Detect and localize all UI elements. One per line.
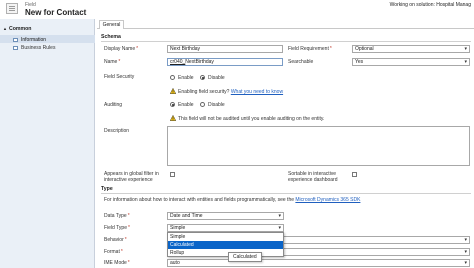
page-title: New for Contact bbox=[25, 8, 87, 17]
searchable-select[interactable]: Yes bbox=[352, 58, 470, 66]
field-security-disable-radio[interactable] bbox=[200, 75, 205, 80]
searchable-label: Searchable bbox=[288, 59, 314, 65]
field-type-dropdown-list: Simple Calculated Rollup bbox=[167, 232, 284, 257]
name-prefix: cr040_ bbox=[170, 59, 186, 65]
description-label: Description bbox=[104, 128, 130, 134]
field-type-option-calculated[interactable]: Calculated bbox=[168, 241, 283, 249]
warning-icon bbox=[170, 115, 176, 121]
auditing-disable-label: Disable bbox=[208, 102, 225, 108]
sortable-checkbox[interactable] bbox=[352, 172, 357, 177]
left-nav: ▲ Common Information Business Rules bbox=[0, 19, 95, 268]
format-label: Format* bbox=[104, 249, 123, 255]
rules-icon bbox=[13, 45, 18, 50]
display-name-input[interactable]: Next Birthday bbox=[167, 45, 283, 53]
form-icon bbox=[13, 37, 18, 42]
field-security-enable-label: Enable bbox=[178, 75, 194, 81]
hover-tooltip: Calculated bbox=[228, 252, 262, 262]
auditing-note: This field will not be audited until you… bbox=[178, 116, 325, 122]
auditing-enable-label: Enable bbox=[178, 102, 194, 108]
tab-general[interactable]: General bbox=[99, 20, 124, 29]
required-marker: * bbox=[120, 249, 123, 255]
auditing-disable-radio[interactable] bbox=[200, 102, 205, 107]
nav-item-label: Business Rules bbox=[21, 45, 56, 51]
field-security-label: Field Security bbox=[104, 74, 135, 80]
schema-divider bbox=[101, 41, 471, 42]
nav-group-label: Common bbox=[8, 26, 32, 32]
field-security-enable-radio[interactable] bbox=[170, 75, 175, 80]
name-input[interactable]: cr040_NextBirthday bbox=[167, 58, 283, 66]
field-security-note: Enabling field security? What you need t… bbox=[178, 89, 284, 95]
field-editor-window: Field New for Contact Working on solutio… bbox=[0, 0, 474, 268]
auditing-label: Auditing bbox=[104, 102, 123, 108]
required-marker: * bbox=[127, 213, 130, 219]
header: Field New for Contact Working on solutio… bbox=[0, 0, 474, 17]
display-name-label: Display Name* bbox=[104, 46, 139, 52]
tab-bar: General bbox=[97, 19, 474, 29]
type-section-title: Type bbox=[101, 186, 113, 192]
data-type-label: Data Type* bbox=[104, 213, 130, 219]
collapse-caret-icon[interactable]: ▲ bbox=[3, 26, 7, 31]
field-type-option-simple[interactable]: Simple bbox=[168, 233, 283, 241]
required-marker: * bbox=[127, 260, 130, 266]
ime-mode-label: IME Mode* bbox=[104, 260, 130, 266]
name-label: Name* bbox=[104, 59, 121, 65]
field-security-disable-label: Disable bbox=[208, 75, 225, 81]
ime-mode-select[interactable]: auto bbox=[167, 259, 470, 267]
nav-item-business-rules[interactable]: Business Rules bbox=[13, 45, 55, 51]
sdk-info-text: For information about how to interact wi… bbox=[104, 197, 361, 203]
nav-item-label: Information bbox=[21, 37, 47, 43]
required-marker: * bbox=[329, 46, 332, 52]
global-filter-checkbox[interactable] bbox=[170, 172, 175, 177]
required-marker: * bbox=[118, 59, 121, 65]
solution-note: Working on solution: Hospital Manag bbox=[389, 2, 471, 8]
required-marker: * bbox=[124, 237, 127, 243]
field-type-label: Field Type* bbox=[104, 225, 130, 231]
field-type-option-rollup[interactable]: Rollup bbox=[168, 249, 283, 257]
required-marker: * bbox=[127, 225, 130, 231]
field-requirement-label: Field Requirement* bbox=[288, 46, 332, 52]
field-type-select[interactable]: Simple bbox=[167, 224, 284, 232]
type-divider bbox=[101, 193, 471, 194]
auditing-enable-radio[interactable] bbox=[170, 102, 175, 107]
nav-group-common[interactable]: ▲ Common bbox=[3, 26, 31, 32]
warning-icon bbox=[170, 88, 176, 94]
what-you-need-to-know-link[interactable]: What you need to know bbox=[231, 89, 283, 95]
sortable-label: Sortable in interactive experience dashbo… bbox=[288, 171, 338, 183]
nav-item-information[interactable]: Information bbox=[13, 37, 46, 43]
schema-section-title: Schema bbox=[101, 34, 121, 40]
field-requirement-select[interactable]: Optional bbox=[352, 45, 470, 53]
name-value: NextBirthday bbox=[185, 59, 214, 65]
description-textarea[interactable] bbox=[167, 126, 470, 166]
required-marker: * bbox=[136, 46, 139, 52]
field-entity-icon bbox=[6, 3, 18, 14]
sdk-link[interactable]: Microsoft Dynamics 365 SDK bbox=[295, 197, 360, 203]
data-type-select[interactable]: Date and Time bbox=[167, 212, 284, 220]
behavior-label: Behavior* bbox=[104, 237, 127, 243]
global-filter-label: Appears in global filter in interactive e… bbox=[104, 171, 159, 183]
